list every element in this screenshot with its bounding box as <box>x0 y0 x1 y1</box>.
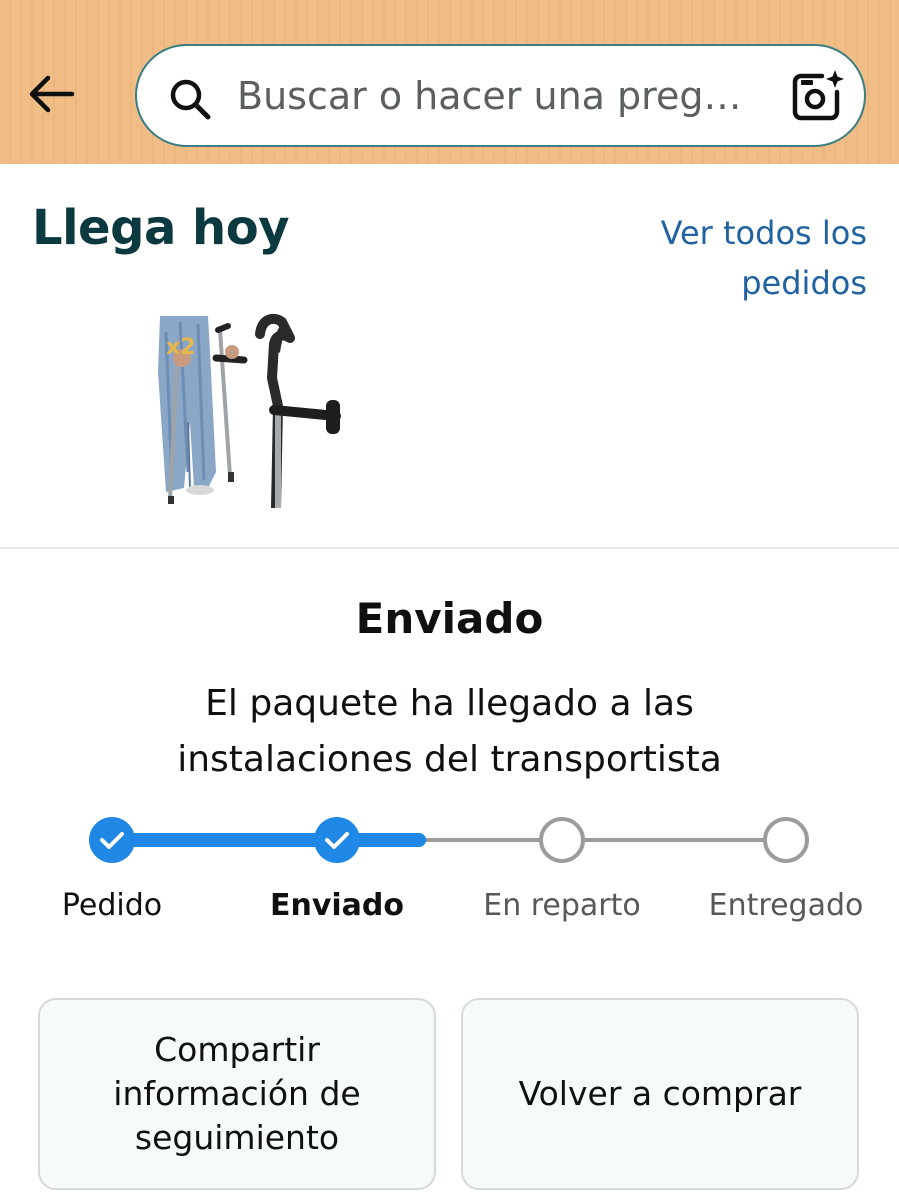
step-marker-enviado <box>314 817 360 863</box>
step-label-enviado: Enviado <box>269 888 405 923</box>
search-bar[interactable] <box>135 44 866 147</box>
product-image-crutches[interactable]: x2 <box>150 312 350 508</box>
step-label-entregado: Entregado <box>708 888 864 923</box>
camera-sparkle-icon[interactable] <box>789 68 845 124</box>
arrow-left-icon <box>29 75 75 113</box>
search-input[interactable] <box>237 64 757 128</box>
buy-again-label: Volver a comprar <box>518 1074 802 1113</box>
quantity-badge: x2 <box>166 335 196 360</box>
step-label-pedido: Pedido <box>61 888 163 923</box>
share-tracking-button[interactable]: Compartir información de seguimiento <box>38 998 436 1190</box>
step-marker-entregado <box>763 817 809 863</box>
back-button[interactable] <box>24 66 80 122</box>
step-marker-en-reparto <box>539 817 585 863</box>
shipment-status-description: El paquete ha llegado a las instalacione… <box>177 683 722 780</box>
shipment-status-title: Enviado <box>355 594 544 643</box>
buy-again-button[interactable]: Volver a comprar <box>461 998 859 1190</box>
step-marker-pedido <box>89 817 135 863</box>
header-bar <box>0 0 899 164</box>
section-divider <box>0 547 899 549</box>
view-all-orders-link[interactable]: Ver todos los pedidos <box>607 208 867 308</box>
delivery-title: Llega hoy <box>32 200 290 256</box>
share-tracking-label: Compartir información de seguimiento <box>113 1030 361 1157</box>
step-label-en-reparto: En reparto <box>483 888 641 923</box>
shipment-progress-tracker <box>89 817 809 863</box>
search-icon <box>170 79 211 120</box>
